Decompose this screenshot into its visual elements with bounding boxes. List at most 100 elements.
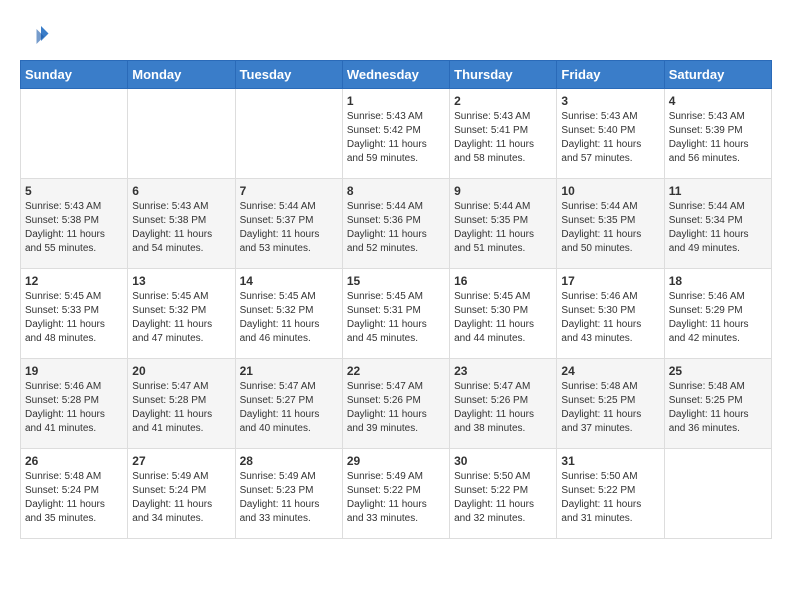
logo bbox=[20, 20, 54, 50]
day-number: 13 bbox=[132, 274, 230, 288]
day-info: Sunrise: 5:43 AM Sunset: 5:42 PM Dayligh… bbox=[347, 110, 445, 166]
calendar-cell bbox=[664, 449, 771, 539]
day-number: 10 bbox=[561, 184, 659, 198]
day-number: 21 bbox=[240, 364, 338, 378]
calendar-cell: 18Sunrise: 5:46 AM Sunset: 5:29 PM Dayli… bbox=[664, 269, 771, 359]
calendar-cell: 5 Sunrise: 5:43 AM Sunset: 5:38 PM Daylig… bbox=[21, 179, 128, 269]
day-number: 25 bbox=[669, 364, 767, 378]
calendar-cell: 1 Sunrise: 5:43 AM Sunset: 5:42 PM Daylig… bbox=[342, 89, 449, 179]
day-info: Sunrise: 5:43 AM Sunset: 5:41 PM Dayligh… bbox=[454, 110, 552, 166]
day-info: Sunrise: 5:43 AM Sunset: 5:39 PM Dayligh… bbox=[669, 110, 767, 166]
day-info: Sunrise: 5:47 AM Sunset: 5:27 PM Dayligh… bbox=[240, 380, 338, 436]
week-row-3: 12Sunrise: 5:45 AM Sunset: 5:33 PM Dayli… bbox=[21, 269, 772, 359]
week-row-4: 19Sunrise: 5:46 AM Sunset: 5:28 PM Dayli… bbox=[21, 359, 772, 449]
calendar-cell bbox=[235, 89, 342, 179]
day-info: Sunrise: 5:45 AM Sunset: 5:31 PM Dayligh… bbox=[347, 290, 445, 346]
day-number: 8 bbox=[347, 184, 445, 198]
day-info: Sunrise: 5:48 AM Sunset: 5:24 PM Dayligh… bbox=[25, 470, 123, 526]
day-number: 31 bbox=[561, 454, 659, 468]
calendar-cell: 10 Sunrise: 5:44 AM Sunset: 5:35 PM Dayli… bbox=[557, 179, 664, 269]
calendar-cell: 30 Sunrise: 5:50 AM Sunset: 5:22 PM Dayli… bbox=[450, 449, 557, 539]
calendar-cell: 14Sunrise: 5:45 AM Sunset: 5:32 PM Dayli… bbox=[235, 269, 342, 359]
calendar-cell: 2 Sunrise: 5:43 AM Sunset: 5:41 PM Daylig… bbox=[450, 89, 557, 179]
day-info: Sunrise: 5:46 AM Sunset: 5:29 PM Dayligh… bbox=[669, 290, 767, 346]
calendar-cell: 17 Sunrise: 5:46 AM Sunset: 5:30 PM Dayli… bbox=[557, 269, 664, 359]
calendar-cell: 12Sunrise: 5:45 AM Sunset: 5:33 PM Dayli… bbox=[21, 269, 128, 359]
calendar-cell: 6 Sunrise: 5:43 AM Sunset: 5:38 PM Daylig… bbox=[128, 179, 235, 269]
calendar-table: SundayMondayTuesdayWednesdayThursdayFrid… bbox=[20, 60, 772, 539]
day-number: 19 bbox=[25, 364, 123, 378]
calendar-cell: 27 Sunrise: 5:49 AM Sunset: 5:24 PM Dayli… bbox=[128, 449, 235, 539]
calendar-cell: 25 Sunrise: 5:48 AM Sunset: 5:25 PM Dayli… bbox=[664, 359, 771, 449]
day-number: 20 bbox=[132, 364, 230, 378]
day-number: 16 bbox=[454, 274, 552, 288]
day-info: Sunrise: 5:45 AM Sunset: 5:30 PM Dayligh… bbox=[454, 290, 552, 346]
calendar-cell: 19Sunrise: 5:46 AM Sunset: 5:28 PM Dayli… bbox=[21, 359, 128, 449]
header-cell-thursday: Thursday bbox=[450, 61, 557, 89]
day-info: Sunrise: 5:47 AM Sunset: 5:26 PM Dayligh… bbox=[347, 380, 445, 436]
week-row-5: 26 Sunrise: 5:48 AM Sunset: 5:24 PM Dayli… bbox=[21, 449, 772, 539]
calendar-cell: 8 Sunrise: 5:44 AM Sunset: 5:36 PM Daylig… bbox=[342, 179, 449, 269]
day-number: 9 bbox=[454, 184, 552, 198]
day-number: 26 bbox=[25, 454, 123, 468]
header-cell-monday: Monday bbox=[128, 61, 235, 89]
day-info: Sunrise: 5:49 AM Sunset: 5:24 PM Dayligh… bbox=[132, 470, 230, 526]
calendar-cell: 13 Sunrise: 5:45 AM Sunset: 5:32 PM Dayli… bbox=[128, 269, 235, 359]
calendar-cell: 29 Sunrise: 5:49 AM Sunset: 5:22 PM Dayli… bbox=[342, 449, 449, 539]
day-info: Sunrise: 5:44 AM Sunset: 5:36 PM Dayligh… bbox=[347, 200, 445, 256]
day-info: Sunrise: 5:43 AM Sunset: 5:38 PM Dayligh… bbox=[25, 200, 123, 256]
day-number: 2 bbox=[454, 94, 552, 108]
day-number: 27 bbox=[132, 454, 230, 468]
calendar-cell: 24Sunrise: 5:48 AM Sunset: 5:25 PM Dayli… bbox=[557, 359, 664, 449]
header-cell-friday: Friday bbox=[557, 61, 664, 89]
day-info: Sunrise: 5:49 AM Sunset: 5:23 PM Dayligh… bbox=[240, 470, 338, 526]
calendar-cell: 3 Sunrise: 5:43 AM Sunset: 5:40 PM Daylig… bbox=[557, 89, 664, 179]
day-info: Sunrise: 5:45 AM Sunset: 5:32 PM Dayligh… bbox=[132, 290, 230, 346]
day-number: 7 bbox=[240, 184, 338, 198]
day-info: Sunrise: 5:45 AM Sunset: 5:33 PM Dayligh… bbox=[25, 290, 123, 346]
calendar-cell: 23 Sunrise: 5:47 AM Sunset: 5:26 PM Dayli… bbox=[450, 359, 557, 449]
header bbox=[20, 20, 772, 50]
day-info: Sunrise: 5:48 AM Sunset: 5:25 PM Dayligh… bbox=[669, 380, 767, 436]
day-info: Sunrise: 5:46 AM Sunset: 5:30 PM Dayligh… bbox=[561, 290, 659, 346]
day-number: 23 bbox=[454, 364, 552, 378]
day-number: 5 bbox=[25, 184, 123, 198]
day-info: Sunrise: 5:50 AM Sunset: 5:22 PM Dayligh… bbox=[561, 470, 659, 526]
calendar-cell: 7 Sunrise: 5:44 AM Sunset: 5:37 PM Daylig… bbox=[235, 179, 342, 269]
header-cell-saturday: Saturday bbox=[664, 61, 771, 89]
day-number: 6 bbox=[132, 184, 230, 198]
day-number: 22 bbox=[347, 364, 445, 378]
calendar-cell: 28Sunrise: 5:49 AM Sunset: 5:23 PM Dayli… bbox=[235, 449, 342, 539]
day-number: 30 bbox=[454, 454, 552, 468]
calendar-cell: 26 Sunrise: 5:48 AM Sunset: 5:24 PM Dayli… bbox=[21, 449, 128, 539]
day-info: Sunrise: 5:47 AM Sunset: 5:26 PM Dayligh… bbox=[454, 380, 552, 436]
day-number: 3 bbox=[561, 94, 659, 108]
day-info: Sunrise: 5:44 AM Sunset: 5:37 PM Dayligh… bbox=[240, 200, 338, 256]
day-info: Sunrise: 5:44 AM Sunset: 5:35 PM Dayligh… bbox=[561, 200, 659, 256]
calendar-cell: 31 Sunrise: 5:50 AM Sunset: 5:22 PM Dayli… bbox=[557, 449, 664, 539]
header-cell-tuesday: Tuesday bbox=[235, 61, 342, 89]
day-info: Sunrise: 5:43 AM Sunset: 5:38 PM Dayligh… bbox=[132, 200, 230, 256]
day-number: 24 bbox=[561, 364, 659, 378]
day-number: 15 bbox=[347, 274, 445, 288]
calendar-cell: 21 Sunrise: 5:47 AM Sunset: 5:27 PM Dayli… bbox=[235, 359, 342, 449]
day-info: Sunrise: 5:47 AM Sunset: 5:28 PM Dayligh… bbox=[132, 380, 230, 436]
header-cell-sunday: Sunday bbox=[21, 61, 128, 89]
header-row: SundayMondayTuesdayWednesdayThursdayFrid… bbox=[21, 61, 772, 89]
calendar-cell: 9Sunrise: 5:44 AM Sunset: 5:35 PM Daylig… bbox=[450, 179, 557, 269]
logo-icon bbox=[20, 20, 50, 50]
day-info: Sunrise: 5:50 AM Sunset: 5:22 PM Dayligh… bbox=[454, 470, 552, 526]
day-number: 17 bbox=[561, 274, 659, 288]
day-number: 29 bbox=[347, 454, 445, 468]
header-cell-wednesday: Wednesday bbox=[342, 61, 449, 89]
week-row-2: 5 Sunrise: 5:43 AM Sunset: 5:38 PM Daylig… bbox=[21, 179, 772, 269]
calendar-cell: 16 Sunrise: 5:45 AM Sunset: 5:30 PM Dayli… bbox=[450, 269, 557, 359]
calendar-cell bbox=[21, 89, 128, 179]
day-number: 11 bbox=[669, 184, 767, 198]
day-info: Sunrise: 5:49 AM Sunset: 5:22 PM Dayligh… bbox=[347, 470, 445, 526]
calendar-cell: 15 Sunrise: 5:45 AM Sunset: 5:31 PM Dayli… bbox=[342, 269, 449, 359]
calendar-cell: 20 Sunrise: 5:47 AM Sunset: 5:28 PM Dayli… bbox=[128, 359, 235, 449]
day-info: Sunrise: 5:43 AM Sunset: 5:40 PM Dayligh… bbox=[561, 110, 659, 166]
calendar-cell bbox=[128, 89, 235, 179]
day-number: 1 bbox=[347, 94, 445, 108]
